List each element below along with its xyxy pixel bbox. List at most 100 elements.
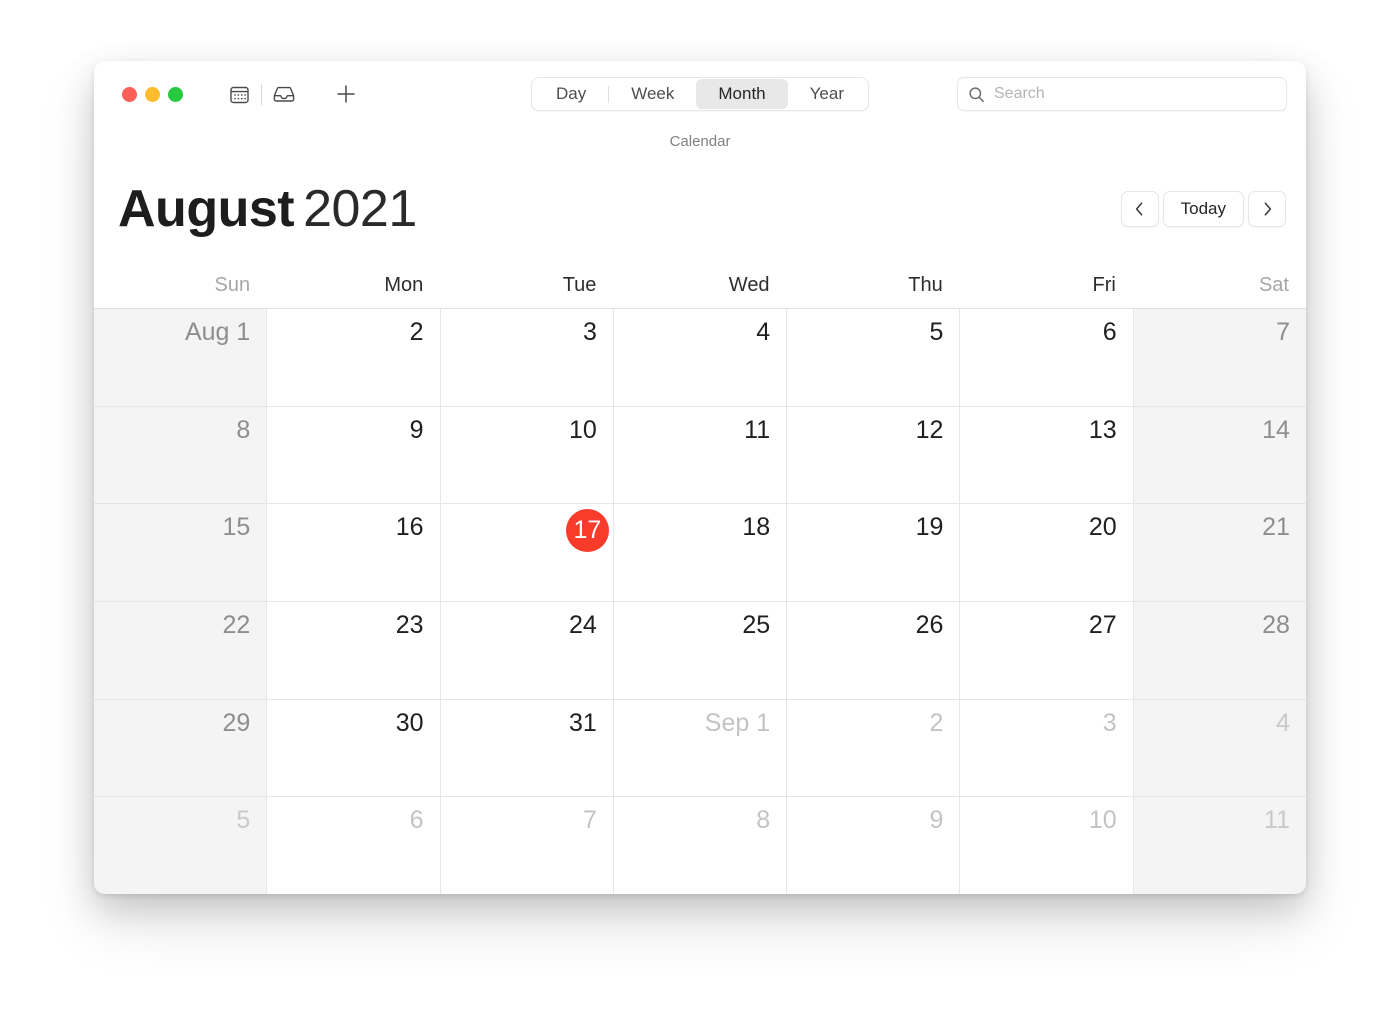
day-cell[interactable]: 28 — [1133, 602, 1306, 699]
day-number: 10 — [569, 415, 597, 444]
day-cell[interactable]: 7 — [440, 797, 614, 894]
day-cell[interactable]: 29 — [94, 699, 268, 797]
day-cell[interactable]: 12 — [787, 406, 961, 504]
month-grid: Aug 1 2 3 4 5 6 7 8 9 10 11 12 13 14 15 16 17 18 19 20 21 22 2… — [94, 309, 1306, 894]
day-cell[interactable]: 14 — [1133, 406, 1306, 504]
search-icon — [968, 86, 985, 103]
day-cell[interactable]: 4 — [1133, 699, 1306, 797]
day-number: 13 — [1088, 415, 1117, 444]
view-mode-month[interactable]: Month — [696, 79, 788, 109]
weekday-header-tue: Tue — [562, 274, 597, 296]
day-number: 5 — [929, 318, 944, 346]
day-number: 9 — [409, 415, 424, 444]
title-month: August — [118, 180, 295, 238]
next-month-button[interactable] — [1248, 191, 1286, 227]
day-cell[interactable]: 3 — [440, 309, 614, 406]
day-number: 28 — [1262, 611, 1290, 640]
day-cell[interactable]: 31 — [440, 699, 614, 797]
day-number: 6 — [1102, 318, 1117, 346]
inbox-button[interactable] — [267, 79, 301, 109]
week-row: 29 30 31 Sep 1 2 3 4 — [94, 699, 1306, 798]
day-number: 9 — [929, 806, 944, 835]
week-row: 5 6 7 8 9 10 11 — [94, 797, 1306, 894]
day-cell[interactable]: 30 — [267, 699, 441, 797]
today-button[interactable]: Today — [1162, 191, 1244, 227]
plus-icon — [335, 83, 357, 105]
day-cell[interactable]: 11 — [1133, 797, 1306, 894]
day-cell[interactable]: 6 — [267, 797, 441, 894]
day-number: Aug 1 — [184, 318, 251, 346]
day-cell[interactable]: 18 — [613, 504, 788, 602]
day-cell[interactable]: 27 — [960, 602, 1134, 699]
day-cell[interactable]: 3 — [960, 699, 1134, 797]
calendar-icon — [229, 84, 250, 105]
toolbar-icon-group — [222, 79, 363, 109]
day-cell[interactable]: 22 — [94, 602, 268, 699]
minimize-window-button[interactable] — [145, 86, 160, 102]
app-root: Day Week Month Year Calendar — [0, 0, 1400, 1018]
day-cell[interactable]: 2 — [787, 699, 961, 797]
day-number: 8 — [236, 415, 251, 444]
day-number: 18 — [742, 513, 771, 542]
day-cell[interactable]: 13 — [960, 406, 1134, 504]
search-field[interactable] — [957, 77, 1287, 111]
calendar-view-button[interactable] — [222, 79, 256, 109]
day-number: 11 — [1264, 806, 1290, 835]
day-cell[interactable]: 9 — [267, 406, 441, 504]
previous-month-button[interactable] — [1120, 191, 1159, 227]
day-cell[interactable]: 8 — [94, 406, 268, 504]
weekday-header-mon: Mon — [384, 274, 424, 296]
day-cell[interactable]: 21 — [1133, 504, 1306, 602]
view-mode-week[interactable]: Week — [609, 79, 696, 109]
day-cell[interactable]: 2 — [267, 309, 441, 406]
day-cell[interactable]: Sep 1 — [613, 699, 788, 797]
day-cell[interactable]: 9 — [787, 797, 961, 894]
calendar-window: Day Week Month Year Calendar — [94, 61, 1306, 894]
day-number: 10 — [1088, 806, 1117, 835]
week-row: 22 23 24 25 26 27 28 — [94, 602, 1306, 700]
search-input[interactable] — [994, 85, 1276, 103]
day-number: 15 — [222, 513, 251, 542]
day-cell[interactable]: 15 — [94, 504, 268, 602]
view-mode-day[interactable]: Day — [534, 79, 608, 109]
day-cell[interactable]: 6 — [960, 309, 1134, 406]
view-mode-year[interactable]: Year — [788, 79, 866, 109]
day-number: 29 — [222, 708, 251, 737]
weekday-header-row: Sun Mon Tue Wed Thu Fri Sat — [94, 263, 1306, 309]
day-cell[interactable]: 25 — [613, 602, 788, 699]
day-cell[interactable]: 11 — [613, 406, 788, 504]
week-row: 15 16 17 18 19 20 21 — [94, 504, 1306, 603]
day-number: 27 — [1088, 611, 1117, 640]
day-number: Sep 1 — [704, 708, 771, 737]
day-cell[interactable]: 24 — [440, 602, 614, 699]
chevron-right-icon — [1261, 201, 1274, 217]
window-toolbar: Day Week Month Year — [94, 61, 1306, 127]
day-number: 20 — [1088, 513, 1117, 542]
day-cell[interactable]: 10 — [440, 406, 614, 504]
day-cell[interactable]: 5 — [787, 309, 961, 406]
day-cell[interactable]: 19 — [787, 504, 961, 602]
day-cell[interactable]: 10 — [960, 797, 1134, 894]
week-row: 8 9 10 11 12 13 14 — [94, 406, 1306, 505]
day-cell[interactable]: 5 — [94, 797, 268, 894]
day-number: 7 — [582, 806, 597, 835]
day-number: 22 — [222, 611, 251, 640]
day-cell[interactable]: 17 — [440, 504, 614, 602]
page-title: August 2021 — [118, 183, 417, 235]
day-number: 4 — [1276, 708, 1290, 737]
day-number: 31 — [569, 708, 597, 737]
day-cell[interactable]: 7 — [1133, 309, 1306, 406]
day-number: 8 — [756, 806, 771, 835]
day-cell[interactable]: 26 — [787, 602, 961, 699]
maximize-window-button[interactable] — [168, 86, 183, 102]
new-event-button[interactable] — [329, 79, 363, 109]
close-window-button[interactable] — [122, 86, 137, 102]
weekday-header-wed: Wed — [728, 274, 770, 296]
day-cell[interactable]: 23 — [267, 602, 441, 699]
day-cell[interactable]: 4 — [613, 309, 788, 406]
day-cell[interactable]: 16 — [267, 504, 441, 602]
day-number: 21 — [1262, 513, 1290, 542]
day-cell[interactable]: 20 — [960, 504, 1134, 602]
day-cell[interactable]: Aug 1 — [94, 309, 268, 406]
day-cell[interactable]: 8 — [613, 797, 788, 894]
